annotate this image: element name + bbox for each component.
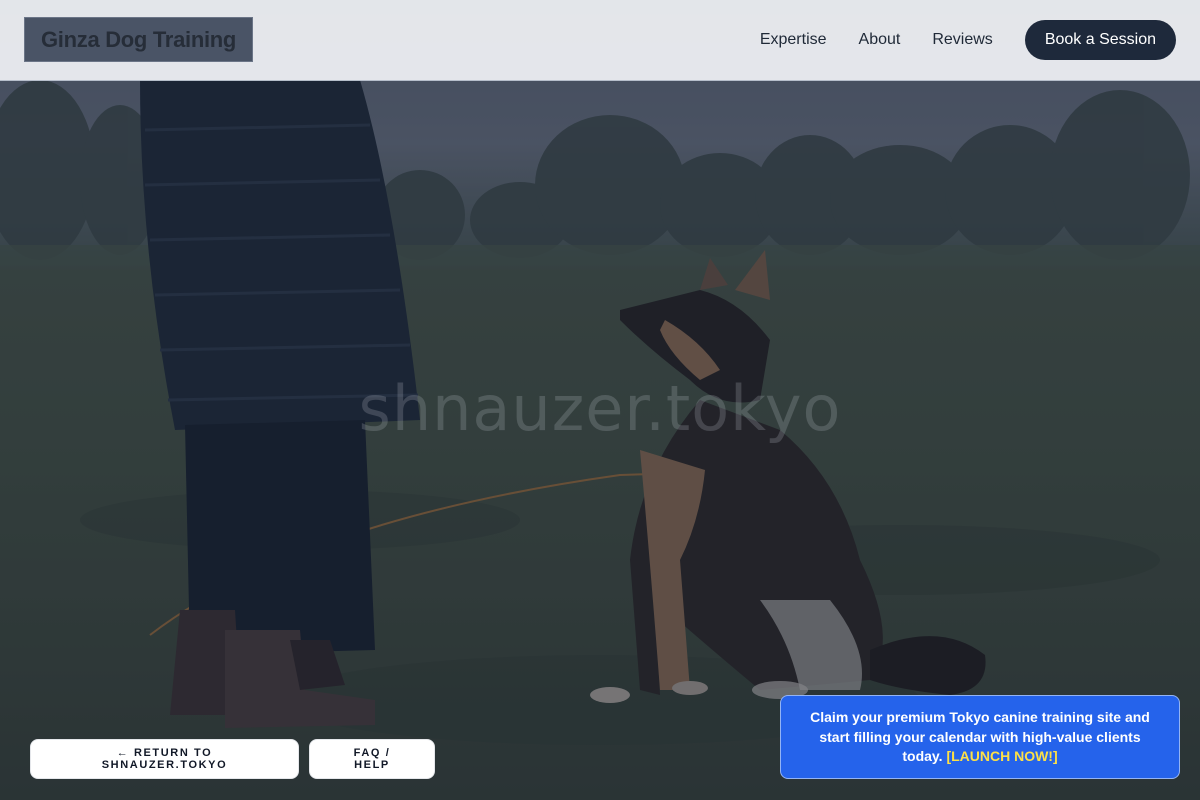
main-nav: Expertise About Reviews Book a Session [760, 20, 1176, 60]
site-logo[interactable]: Ginza Dog Training [24, 17, 254, 62]
book-session-button[interactable]: Book a Session [1024, 20, 1176, 60]
nav-link-reviews[interactable]: Reviews [932, 31, 992, 49]
site-header: Ginza Dog Training Expertise About Revie… [0, 0, 1200, 81]
promo-banner[interactable]: Claim your premium Tokyo canine training… [780, 695, 1180, 779]
launch-now-link[interactable]: [LAUNCH NOW!] [946, 748, 1057, 764]
return-to-site-button[interactable]: ← RETURN TO SHNAUZER.TOKYO [30, 739, 299, 779]
watermark-text: shnauzer.tokyo [358, 372, 842, 445]
faq-help-button[interactable]: FAQ / HELP [309, 739, 435, 779]
nav-link-expertise[interactable]: Expertise [760, 31, 827, 49]
nav-link-about[interactable]: About [859, 31, 901, 49]
